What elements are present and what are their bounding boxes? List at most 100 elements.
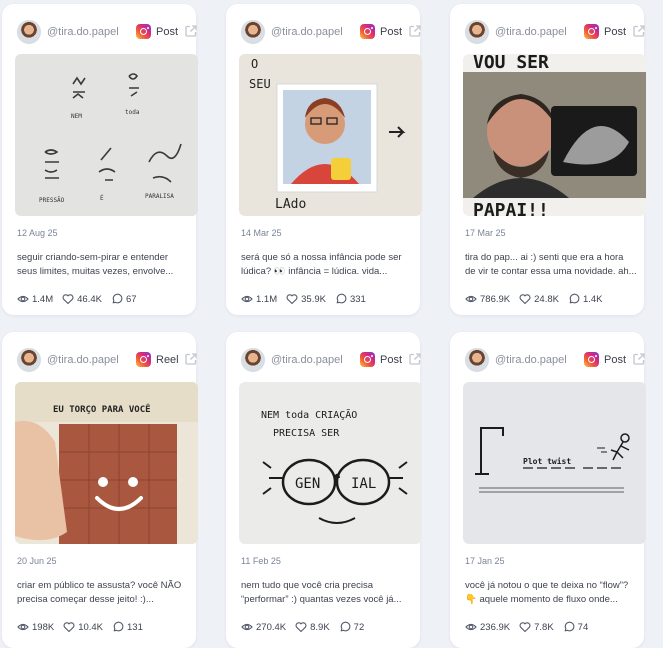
heart-icon (295, 622, 307, 633)
post-card[interactable]: @tira.do.papel Post O SEU LAdo 14 Mar 25… (226, 4, 422, 315)
eye-icon (241, 295, 253, 303)
post-thumbnail[interactable]: Plot twist (463, 382, 646, 544)
image-word-papai: PAPAI!! (473, 200, 549, 216)
views-count: 236.9K (480, 621, 511, 633)
account-handle[interactable]: @tira.do.papel (271, 26, 343, 38)
external-link-icon[interactable] (184, 24, 198, 38)
avatar[interactable] (17, 20, 41, 44)
external-link-icon[interactable] (632, 24, 646, 38)
instagram-icon (360, 24, 375, 39)
image-word-seu: SEU (249, 77, 271, 91)
post-date: 14 Mar 25 (241, 228, 282, 238)
card-header: @tira.do.papel Post (450, 332, 646, 380)
post-card[interactable]: @tira.do.papel Post Plot twist 17 Jan 25… (450, 332, 646, 648)
image-word-toda: toda (125, 109, 140, 116)
eye-icon (465, 295, 477, 303)
post-caption: seguir criando-sem-pirar e entender seus… (17, 251, 193, 279)
post-stats: 1.1M 35.9K 331 (241, 292, 375, 306)
post-type-label: Post (380, 26, 403, 38)
account-handle[interactable]: @tira.do.papel (47, 26, 119, 38)
comment-icon (113, 621, 124, 632)
caption-line: você já notou o que te deixa no “flow”? (465, 580, 629, 591)
post-stats: 236.9K 7.8K 74 (465, 620, 597, 634)
external-link-icon[interactable] (408, 352, 422, 366)
image-word-eu-torco: EU TORÇO PARA VOCÊ (53, 403, 151, 415)
caption-line: seus limites, muitas vezes, envolve... (17, 266, 174, 277)
post-caption: nem tudo que você cria precisa “performa… (241, 579, 417, 607)
card-header: @tira.do.papel Post (2, 4, 198, 52)
instagram-icon (360, 352, 375, 367)
post-date: 11 Feb 25 (241, 556, 281, 566)
post-card[interactable]: @tira.do.papel Post NEM toda CRIAÇÃO PRE… (226, 332, 422, 648)
external-link-icon[interactable] (184, 352, 198, 366)
avatar[interactable] (17, 348, 41, 372)
post-thumbnail[interactable]: EU TORÇO PARA VOCÊ (15, 382, 198, 544)
image-word-gen: GEN (295, 476, 320, 492)
post-card[interactable]: @tira.do.papel Reel EU TORÇO PARA VOCÊ 2… (2, 332, 198, 648)
caption-line: tira do pap... ai :) senti que era a hor… (465, 252, 624, 263)
account-handle[interactable]: @tira.do.papel (47, 354, 119, 366)
account-handle[interactable]: @tira.do.papel (495, 354, 567, 366)
avatar[interactable] (241, 348, 265, 372)
external-link-icon[interactable] (408, 24, 422, 38)
post-type-label: Post (604, 354, 627, 366)
image-word-e: É (100, 194, 104, 202)
post-stats: 1.4M 46.4K 67 (17, 292, 146, 306)
post-date: 12 Aug 25 (17, 228, 58, 238)
comments-count: 74 (577, 621, 589, 633)
caption-line: será que só a nossa infância pode ser (241, 252, 402, 263)
card-header: @tira.do.papel Post (226, 332, 422, 380)
account-handle[interactable]: @tira.do.papel (271, 354, 343, 366)
account-handle[interactable]: @tira.do.papel (495, 26, 567, 38)
image-word-vou-ser: VOU SER (473, 54, 549, 73)
post-stats: 270.4K 8.9K 72 (241, 620, 373, 634)
card-header: @tira.do.papel Reel (2, 332, 198, 380)
caption-line: criar em público te assusta? você NÃO (17, 580, 182, 591)
caption-line: seguir criando-sem-pirar e entender (17, 252, 169, 263)
caption-line: “performar” :) quantas vezes você já... (241, 594, 402, 605)
comment-icon (340, 621, 351, 632)
post-thumbnail[interactable]: O SEU LAdo (239, 54, 422, 216)
comments-count: 1.4K (582, 293, 603, 305)
views-stat: 1.1M (241, 293, 277, 305)
post-stats: 786.9K 24.8K 1.4K (465, 292, 612, 306)
comment-icon (112, 293, 123, 304)
likes-count: 10.4K (78, 621, 104, 633)
post-date: 20 Jun 25 (17, 556, 57, 566)
post-thumbnail[interactable]: NEM toda CRIAÇÃO PRECISA SER GEN IAL (239, 382, 422, 544)
views-count: 198K (32, 621, 55, 633)
likes-stat: 46.4K (62, 293, 102, 305)
eye-icon (17, 623, 29, 631)
instagram-icon (584, 352, 599, 367)
views-count: 1.1M (256, 293, 278, 305)
post-caption: você já notou o que te deixa no “flow”? … (465, 579, 641, 607)
views-stat: 786.9K (465, 293, 510, 305)
external-link-icon[interactable] (632, 352, 646, 366)
image-word-plot-twist: Plot twist (523, 456, 571, 466)
comments-count: 67 (125, 293, 137, 305)
post-thumbnail[interactable]: VOU SER PAPAI!! (463, 54, 646, 216)
heart-icon (519, 294, 531, 305)
views-stat: 270.4K (241, 621, 286, 633)
avatar[interactable] (465, 20, 489, 44)
likes-count: 46.4K (77, 293, 102, 305)
avatar[interactable] (241, 20, 265, 44)
views-count: 1.4M (32, 293, 54, 305)
comments-count: 331 (349, 293, 366, 305)
likes-stat: 35.9K (286, 293, 326, 305)
post-date: 17 Mar 25 (465, 228, 506, 238)
comment-icon (336, 293, 347, 304)
post-card[interactable]: @tira.do.papel Post VOU SER PAPAI!! 17 M… (450, 4, 646, 315)
eye-icon (17, 295, 29, 303)
views-stat: 236.9K (465, 621, 510, 633)
caption-line: lúdica? 👀 infância = lúdica. vida... (241, 266, 388, 277)
comments-stat: 72 (339, 621, 364, 633)
avatar[interactable] (465, 348, 489, 372)
likes-count: 24.8K (534, 293, 559, 305)
post-thumbnail[interactable]: NEM toda PRESSÃO É PARALISA (15, 54, 198, 216)
likes-stat: 24.8K (519, 293, 559, 305)
post-card[interactable]: @tira.do.papel Post NEM toda PRESSÃO É P… (2, 4, 198, 315)
instagram-icon (136, 24, 151, 39)
likes-count: 8.9K (310, 621, 330, 633)
caption-line: 👇 aquele momento de fluxo onde... (465, 594, 618, 605)
